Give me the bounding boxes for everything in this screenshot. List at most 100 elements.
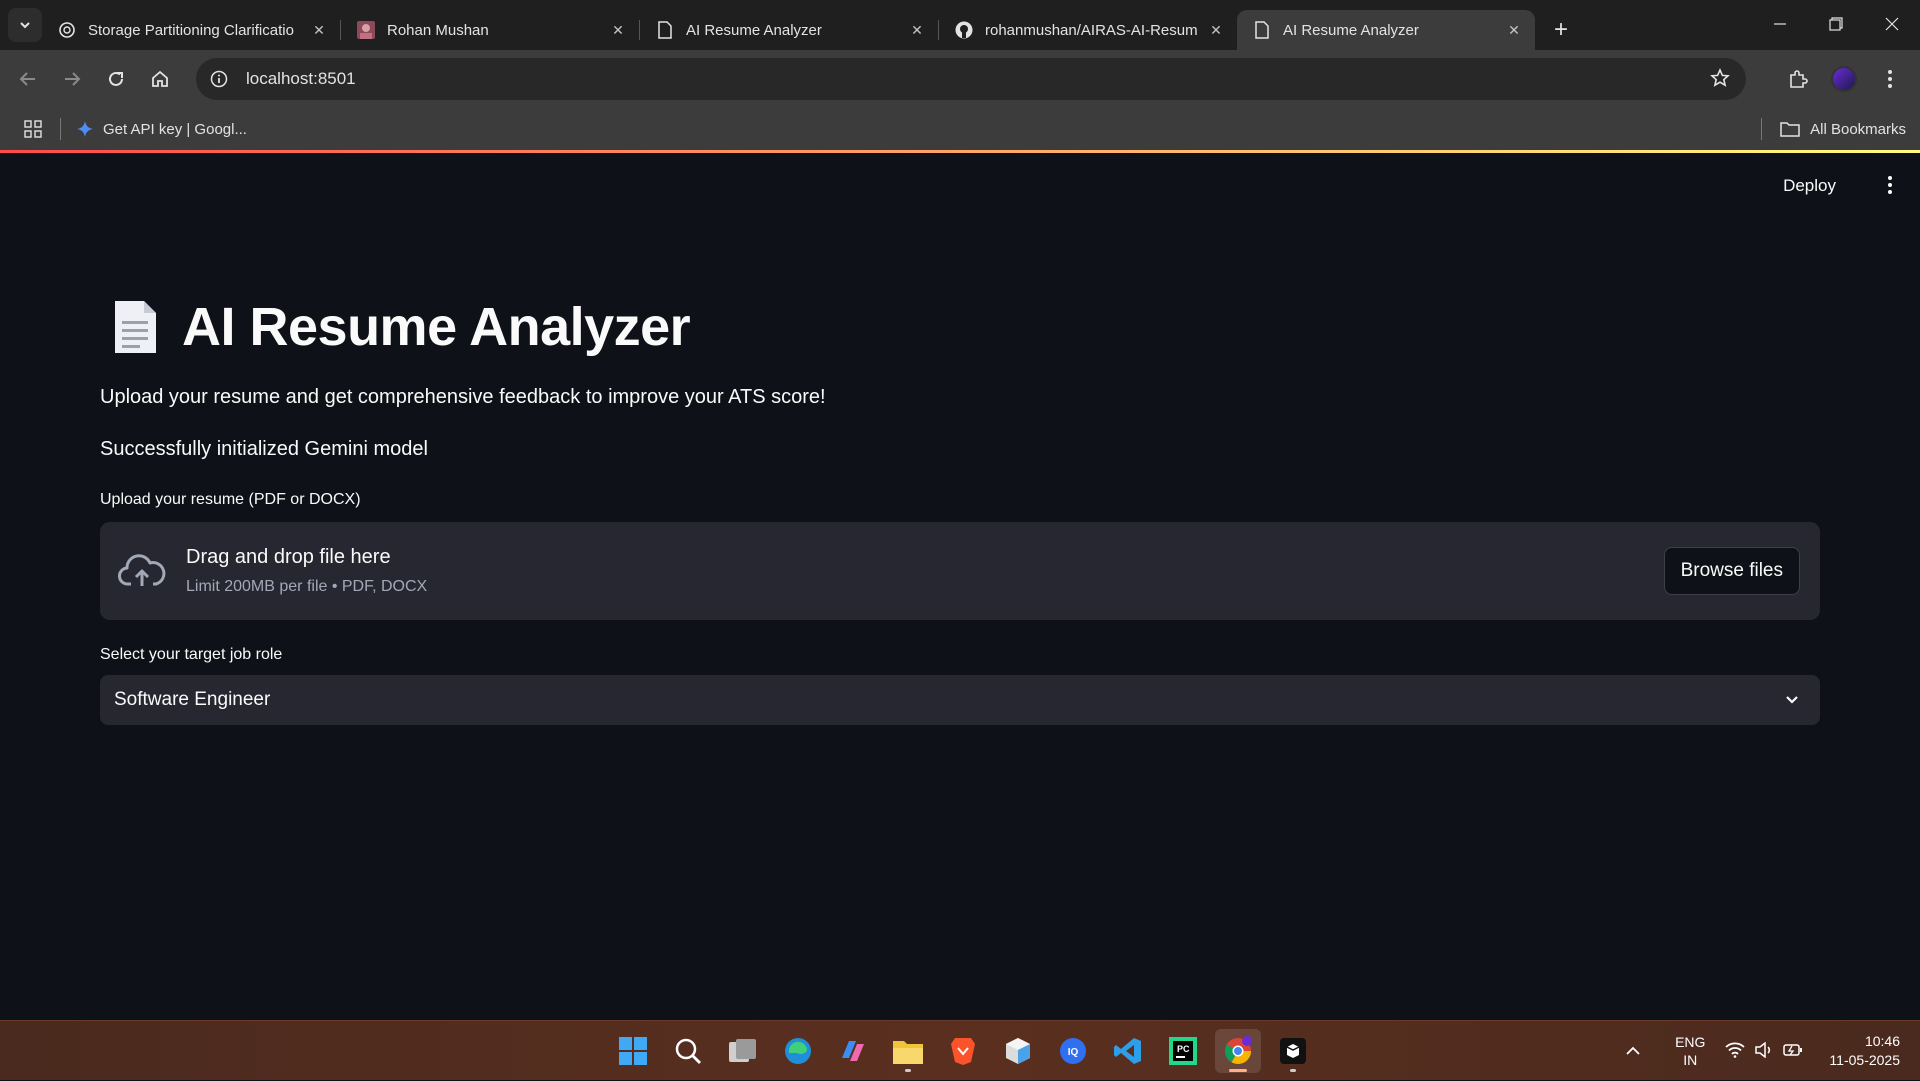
back-arrow-icon [19,72,35,86]
show-hidden-icons-button[interactable] [1625,1043,1641,1059]
bookmark-label: Get API key | Googl... [103,120,247,138]
document-icon [115,301,156,353]
home-icon [152,70,168,87]
forward-button[interactable] [52,59,92,99]
close-icon [1885,17,1899,31]
kebab-menu-icon [1888,70,1892,88]
tab-title: rohanmushan/AIRAS-AI-Resum [985,21,1198,39]
search-icon[interactable] [665,1029,711,1073]
vscode-icon[interactable] [1105,1029,1151,1073]
restore-icon [1829,17,1843,31]
avatar [1831,66,1857,92]
tab-title: Storage Partitioning Clarificatio [88,21,294,39]
minimize-button[interactable] [1752,0,1808,48]
reload-icon [109,71,123,86]
chevron-down-icon [1786,696,1798,704]
tab-ai-resume-analyzer-active[interactable]: AI Resume Analyzer ✕ [1237,10,1535,50]
bookmark-get-api-key[interactable]: Get API key | Googl... [75,119,247,139]
tab-storage-partitioning[interactable]: Storage Partitioning Clarificatio ✕ [42,10,340,50]
copilot-icon[interactable] [830,1029,876,1073]
profile-button[interactable] [1824,59,1864,99]
svg-text:PC: PC [1177,1044,1190,1054]
close-icon[interactable]: ✕ [310,21,328,39]
home-button[interactable] [140,59,180,99]
folder-icon [1780,122,1800,137]
job-role-label: Select your target job role [100,646,283,663]
running-indicator [905,1069,911,1072]
chrome-icon[interactable] [1215,1029,1261,1073]
brave-icon[interactable] [940,1029,986,1073]
address-bar[interactable]: localhost:8501 [196,58,1746,100]
browser-toolbar: localhost:8501 [0,50,1920,108]
github-icon [955,21,973,39]
svg-text:IQ: IQ [1068,1047,1079,1058]
battery-icon[interactable] [1783,1043,1803,1060]
clock-date: 11-05-2025 [1829,1052,1900,1068]
reload-button[interactable] [96,59,136,99]
file-dropzone[interactable]: Drag and drop file here Limit 200MB per … [100,522,1820,620]
intellij-icon[interactable]: IQ [1050,1029,1096,1073]
all-bookmarks[interactable]: All Bookmarks [1761,108,1906,150]
browser-menu-button[interactable] [1870,59,1910,99]
openai-icon [58,21,76,39]
running-indicator [1229,1069,1247,1072]
page-icon [1253,21,1271,39]
clock-time: 10:46 [1864,1033,1900,1049]
url-text: localhost:8501 [246,69,356,88]
language-indicator[interactable]: ENG IN [1675,1033,1705,1069]
language-region: IN [1683,1052,1698,1068]
app-viewport: Deploy AI Resume Analyzer Upload your re… [0,150,1920,1020]
close-icon[interactable]: ✕ [1207,21,1225,39]
restore-button[interactable] [1808,0,1864,48]
language-code: ENG [1675,1034,1706,1050]
apps-grid-icon [24,120,42,138]
browse-files-button[interactable]: Browse files [1663,547,1800,595]
extensions-button[interactable] [1778,59,1818,99]
kebab-menu-icon [1888,176,1892,194]
tab-title: AI Resume Analyzer [686,21,822,39]
running-indicator [1290,1069,1296,1072]
tab-ai-resume-analyzer[interactable]: AI Resume Analyzer ✕ [640,10,938,50]
page-icon [656,21,674,39]
wifi-icon[interactable] [1725,1042,1746,1061]
close-icon[interactable]: ✕ [609,21,627,39]
file-explorer-icon[interactable] [885,1029,931,1073]
close-window-button[interactable] [1864,0,1920,48]
google-ai-studio-icon [77,121,93,137]
toolbar-actions [1772,59,1910,99]
tab-title: AI Resume Analyzer [1283,21,1419,39]
app-menu-button[interactable] [1878,170,1902,200]
bookmarks-divider [60,118,61,140]
back-button[interactable] [8,59,48,99]
edge-icon[interactable] [775,1029,821,1073]
plus-icon: + [1553,16,1568,43]
system-tray: ENG IN 10:46 11-05-2025 [1625,1021,1900,1081]
site-info-icon[interactable] [204,64,234,94]
system-clock[interactable]: 10:46 11-05-2025 [1829,1032,1900,1070]
chevron-down-icon [20,22,30,29]
page-subtitle: Upload your resume and get comprehensive… [100,386,826,408]
deploy-button[interactable]: Deploy [1775,170,1844,202]
terminal-app-icon[interactable] [1270,1029,1316,1073]
header-decoration [0,150,1920,153]
all-bookmarks-label: All Bookmarks [1810,120,1906,138]
bookmark-star-icon[interactable] [1710,68,1730,93]
apps-button[interactable] [16,112,50,146]
new-tab-button[interactable]: + [1543,12,1579,48]
tab-search-button[interactable] [8,8,42,42]
cloud-upload-icon [118,554,166,586]
close-icon[interactable]: ✕ [908,21,926,39]
tab-github-repo[interactable]: rohanmushan/AIRAS-AI-Resum ✕ [939,10,1237,50]
windows-start-icon[interactable] [610,1029,656,1073]
job-role-value: Software Engineer [114,689,271,710]
pycharm-icon[interactable]: PC [1160,1029,1206,1073]
task-view-icon[interactable] [720,1029,766,1073]
profile-photo-icon [357,21,375,39]
tab-title: Rohan Mushan [387,21,489,39]
tab-rohan-mushan[interactable]: Rohan Mushan ✕ [341,10,639,50]
upload-label: Upload your resume (PDF or DOCX) [100,491,361,508]
app-cube-icon[interactable] [995,1029,1041,1073]
job-role-select[interactable]: Software Engineer [100,675,1820,725]
volume-icon[interactable] [1755,1040,1773,1061]
close-icon[interactable]: ✕ [1505,21,1523,39]
